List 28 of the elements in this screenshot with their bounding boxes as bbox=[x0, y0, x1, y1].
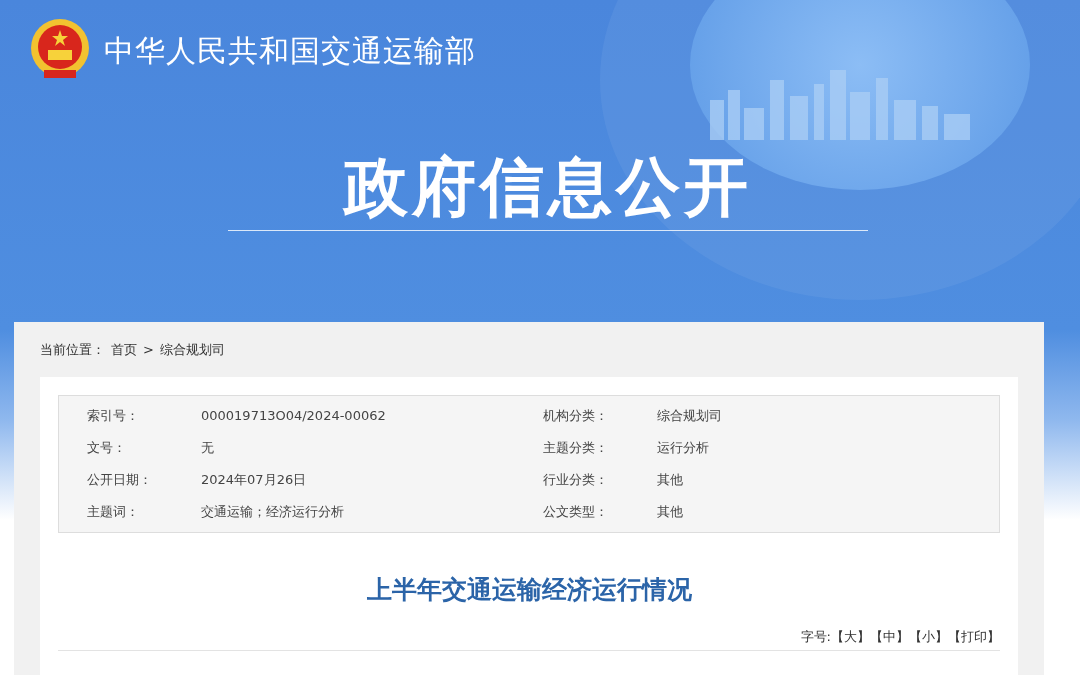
field-label: 主题词： bbox=[87, 503, 140, 522]
field-value: 2024年07月26日 bbox=[201, 471, 308, 490]
field-label: 公文类型： bbox=[543, 503, 609, 522]
field-value: 交通运输；经济运行分析 bbox=[201, 503, 345, 522]
field-label: 行业分类： bbox=[543, 471, 609, 490]
field-value: 无 bbox=[201, 439, 215, 458]
font-size-link[interactable]: 【中】 bbox=[870, 626, 909, 646]
print-link[interactable]: 【打印】 bbox=[948, 626, 1000, 646]
article-title: 上半年交通运输经济运行情况 bbox=[365, 574, 693, 606]
field-label: 主题分类： bbox=[543, 439, 609, 458]
field-value: 000019713O04/2024-00062 bbox=[201, 407, 387, 426]
field-value: 其他 bbox=[657, 471, 684, 490]
breadcrumb-link[interactable]: 综合规划司 bbox=[159, 340, 225, 360]
breadcrumb-separator: > bbox=[143, 341, 154, 360]
breadcrumb-label: 当前位置： bbox=[40, 341, 105, 360]
field-label: 文号： bbox=[87, 439, 127, 458]
site-name: 中华人民共和国交通运输部 bbox=[104, 31, 476, 70]
field-value: 其他 bbox=[657, 503, 684, 522]
field-label: 机构分类： bbox=[543, 407, 609, 426]
field-value: 综合规划司 bbox=[657, 407, 723, 426]
font-size-link[interactable]: 【大】 bbox=[831, 626, 870, 646]
banner-title: 政府信息公开 bbox=[228, 152, 868, 232]
field-value: 运行分析 bbox=[657, 439, 710, 458]
font-size-link[interactable]: 【小】 bbox=[909, 626, 948, 646]
breadcrumb-link[interactable]: 首页 bbox=[111, 340, 137, 360]
field-label: 索引号： bbox=[87, 407, 140, 426]
font-size-label: 字号: bbox=[800, 627, 831, 646]
field-label: 公开日期： bbox=[87, 471, 153, 490]
